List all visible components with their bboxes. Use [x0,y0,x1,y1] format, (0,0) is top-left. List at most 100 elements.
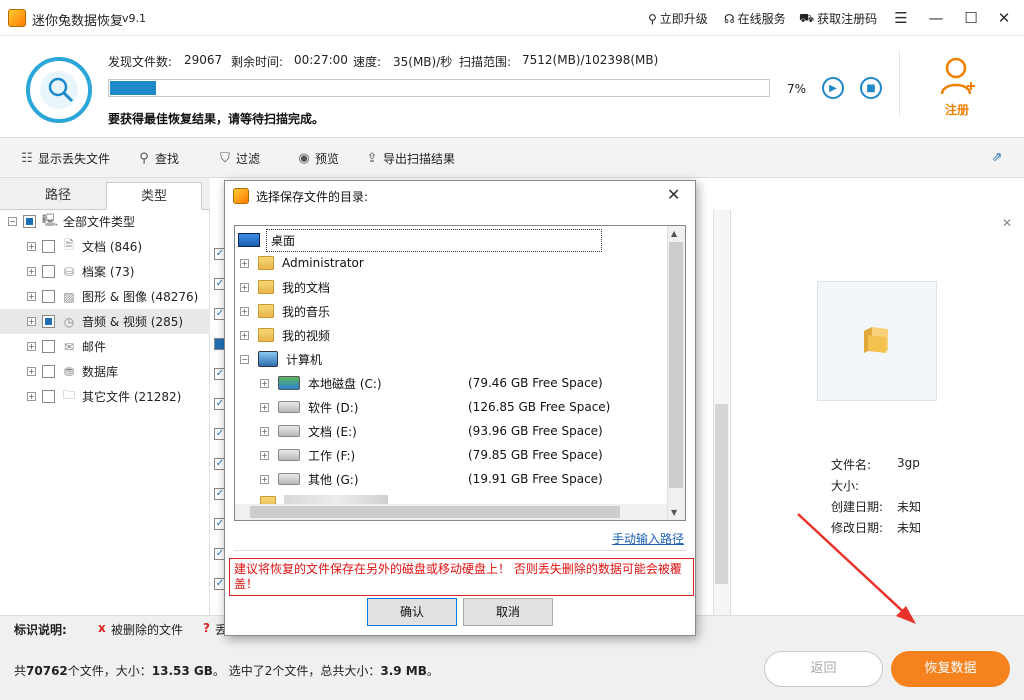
media-icon: ◷ [63,314,75,329]
tree-item-documents[interactable]: + 🗎 文档 (846) [0,234,210,259]
dialog-ok-button[interactable]: 确认 [367,598,457,626]
online-service-link[interactable]: ☊ 在线服务 [724,10,786,27]
maximize-button[interactable]: ☐ [957,6,985,30]
register-button[interactable]: 注册 [945,101,969,118]
scroll-up-icon[interactable]: ▲ [671,229,677,238]
register-user-icon[interactable] [939,56,975,96]
dir-item-computer[interactable]: − 计算机 [238,347,322,371]
mail-icon: ✉ [63,339,75,354]
expand-icon[interactable]: + [240,330,249,340]
menu-button[interactable]: ☰ [887,6,915,30]
search-icon: ⚲ [139,151,149,166]
expand-icon[interactable]: + [240,258,249,268]
magnifier-icon [48,77,74,103]
dir-tree-vscroll-thumb[interactable] [669,242,683,488]
collapse-icon[interactable]: − [240,354,249,364]
tree-item-database[interactable]: + ⛃ 数据库 [0,359,210,384]
close-button[interactable]: ✕ [990,6,1018,30]
tab-path[interactable]: 路径 [10,182,106,210]
minimize-button[interactable]: — [922,6,950,30]
tree-item-media[interactable]: + ◷ 音频 & 视频 (285) [0,309,210,334]
scan-progress-ring [26,57,92,123]
drive-icon [278,401,300,413]
export-icon: ⇪ [366,151,378,166]
expand-icon[interactable]: + [260,426,269,436]
stop-button[interactable]: ■ [860,77,882,99]
preview-button[interactable]: ◉ 预览 [297,150,339,167]
resume-button[interactable]: ▶ [822,77,844,99]
expand-icon[interactable]: + [27,317,36,326]
expand-icon[interactable]: + [260,450,269,460]
expand-icon[interactable]: + [27,267,36,276]
database-icon: ⛃ [63,364,75,379]
expand-icon[interactable]: + [27,367,36,376]
expand-icon[interactable]: + [240,282,249,292]
found-value: 29067 [184,53,223,67]
drive-e[interactable]: + 文档 (E:) [260,419,357,443]
recover-data-button[interactable]: 恢复数据 [891,651,1010,687]
expand-icon[interactable]: + [27,342,36,351]
collapse-icon[interactable]: − [8,217,17,226]
dir-item-administrator[interactable]: + Administrator [238,251,364,275]
tree-checkbox[interactable] [42,265,55,278]
expand-icon[interactable]: + [240,306,249,316]
dir-item-desktop[interactable]: 桌面 [238,228,602,252]
minimize-icon: — [928,9,944,27]
user-folder-icon [258,256,274,270]
tree-item-other[interactable]: + 🗀 其它文件 (21282) [0,384,210,409]
expand-icon[interactable]: + [260,474,269,484]
find-button[interactable]: ⚲ 查找 [137,150,179,167]
image-icon: ▨ [63,289,75,304]
range-label: 扫描范围: [459,55,512,69]
expand-icon[interactable]: + [27,292,36,301]
drive-g-free: (19.91 GB Free Space) [468,472,603,486]
show-lost-files-button[interactable]: ☷ 显示丢失文件 [20,150,110,167]
legend-deleted: 被删除的文件 [111,623,184,637]
tree-checkbox[interactable] [42,365,55,378]
music-folder-icon [258,304,274,318]
expand-icon[interactable]: + [27,392,36,401]
share-button[interactable]: ⇗ [990,150,1004,165]
export-scan-button[interactable]: ⇪ 导出扫描结果 [365,150,455,167]
dir-item-my-documents[interactable]: + 我的文档 [238,275,330,299]
expand-icon[interactable]: + [260,402,269,412]
save-warning: 建议将恢复的文件保存在另外的磁盘或移动硬盘上！ 否则丢失删除的数据可能会被覆盖！ [229,558,694,596]
tree-checkbox[interactable] [42,240,55,253]
dir-tree-hscroll-thumb[interactable] [250,506,620,518]
scroll-down-icon[interactable]: ▼ [671,508,677,517]
preview-name-label: 文件名: [831,458,872,472]
scan-progress-bar [108,79,770,97]
drive-c[interactable]: + 本地磁盘 (C:) [260,371,382,395]
get-regcode-link[interactable]: ⛟ 获取注册码 [799,10,877,27]
filter-button[interactable]: ⛉ 过滤 [218,150,260,167]
tree-checkbox[interactable] [42,340,55,353]
dir-item-my-videos[interactable]: + 我的视频 [238,323,330,347]
app-title: 迷你兔数据恢复 [32,14,124,29]
drive-d[interactable]: + 软件 (D:) [260,395,358,419]
tree-item-mail[interactable]: + ✉ 邮件 [0,334,210,359]
manual-path-link[interactable]: 手动输入路径 [612,530,684,547]
tree-item-images[interactable]: + ▨ 图形 & 图像 (48276) [0,284,210,309]
tree-item-all[interactable]: − 🖳 全部文件类型 [0,209,210,234]
upgrade-link[interactable]: ⚲ 立即升级 [648,10,708,27]
tree-checkbox[interactable] [42,390,55,403]
tree-item-archives[interactable]: + ⛁ 档案 (73) [0,259,210,284]
preview-close-icon[interactable]: ✕ [1002,216,1012,230]
dir-item-my-music[interactable]: + 我的音乐 [238,299,330,323]
tree-checkbox[interactable] [23,215,36,228]
drive-g[interactable]: + 其他 (G:) [260,467,359,491]
dialog-title: 选择保存文件的目录: [256,190,369,204]
expand-icon[interactable]: + [260,378,269,388]
dialog-close-icon[interactable]: ✕ [667,185,680,204]
tree-checkbox[interactable] [42,290,55,303]
preview-name-value: 3gp [897,456,920,470]
archive-icon: ⛁ [63,264,75,279]
tab-type[interactable]: 类型 [106,182,202,210]
file-list-scroll-thumb[interactable] [715,404,728,584]
tree-checkbox[interactable] [42,315,55,328]
dialog-cancel-button[interactable]: 取消 [463,598,553,626]
back-button[interactable]: 返回 [764,651,883,687]
expand-icon[interactable]: + [27,242,36,251]
remain-label: 剩余时间: [231,55,284,69]
drive-f[interactable]: + 工作 (F:) [260,443,355,467]
